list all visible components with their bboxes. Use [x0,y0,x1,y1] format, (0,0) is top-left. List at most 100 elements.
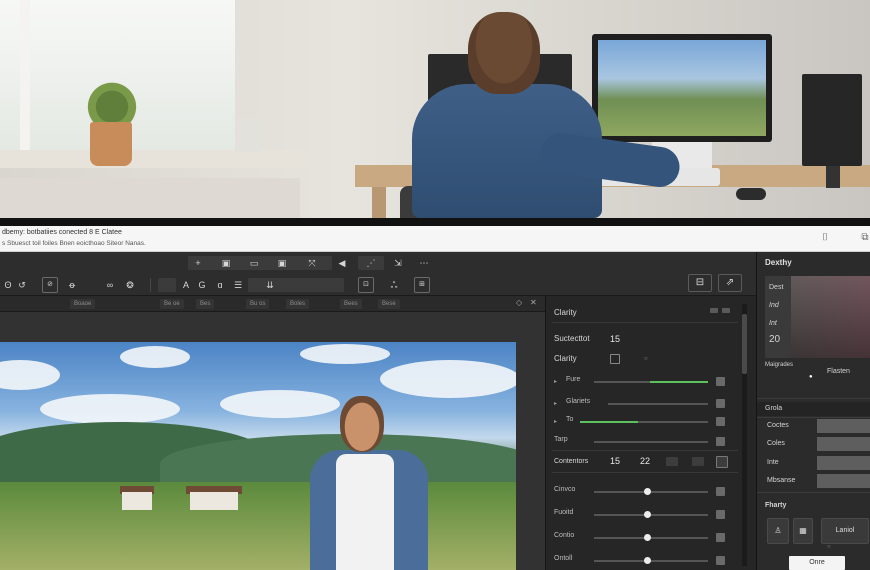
slider-knob[interactable] [644,557,651,564]
link-icon[interactable]: ∞ [102,277,118,293]
cloud [380,360,516,398]
fure-slider[interactable] [594,381,708,383]
sofa [0,178,300,218]
panel-scrollbar[interactable] [742,304,747,566]
rotate-icon[interactable]: ↺ [14,277,30,293]
grid-icon[interactable]: ⊞ [414,277,430,293]
group-row-field[interactable] [817,437,870,451]
box-icon[interactable] [716,456,728,468]
app-title: dbemy: botbatiies conected 8 E Clatee [2,229,122,236]
resize-tool-button[interactable]: ⇲ [390,255,406,271]
dots-tool-button[interactable]: ⋰ [363,255,379,271]
glariets-slider[interactable] [608,403,708,405]
document-tab[interactable]: Bes [196,299,215,309]
transform-tool-button[interactable]: ⤧ [304,255,320,271]
panel-collapse-icon[interactable] [722,308,730,313]
row-swatch[interactable] [716,556,725,565]
group-row-label: Coles [767,440,785,447]
row-bullet-icon: ▸ [554,419,558,425]
document-tab[interactable]: Bees [340,299,362,309]
settings-icon[interactable]: ❂ [122,277,138,293]
ontoll-slider[interactable] [594,557,708,564]
tile-button[interactable]: Laniol [821,518,869,544]
person-tile-icon[interactable]: ♙ [767,518,789,544]
caption-left: Maigrades [765,362,794,368]
crop-tool-button[interactable]: ▣ [218,255,234,271]
people-icon[interactable]: ஃ [386,277,402,293]
document-tab[interactable]: Boaoe [70,299,96,309]
adjustment-panel: Clarity Suctecttot 15 Clarity ○ ▸ Fure ▸… [545,296,756,570]
separator [552,450,738,451]
row-swatch[interactable] [716,510,725,519]
counter-b[interactable]: 22 [640,456,650,466]
slider-label: Fuoitd [554,509,574,516]
man-head [340,396,384,452]
contio-slider[interactable] [594,534,708,541]
house [122,492,152,510]
more-tool-button[interactable]: ⋯ [416,255,432,271]
app-subtitle: s Sbuesct toil foiles Bnen eoicthoao Sit… [2,240,146,247]
counter-a[interactable]: 15 [610,456,620,466]
slider-knob[interactable] [644,488,651,495]
group-title: Grola [765,405,783,412]
tool-g-button[interactable]: G [194,277,210,293]
row-label: To [566,416,574,423]
comment-icon[interactable]: ⌷ [818,232,832,244]
scrollbar-thumb[interactable] [742,314,747,374]
row-swatch[interactable] [716,399,725,408]
disable-icon[interactable]: ⊘ [42,277,58,293]
to-slider[interactable] [580,421,708,423]
row-swatch[interactable] [716,533,725,542]
row-label: Fure [566,376,581,383]
export-icon[interactable]: ⊡ [358,277,374,293]
cloud [120,346,190,368]
document-tabs-bar: Boaoe Be oe Bes Bu os Boles Bees Bese ◇ … [0,296,545,312]
clarity-toggle-icon[interactable] [610,354,620,364]
canvas-area[interactable] [0,312,545,570]
list-icon[interactable] [666,457,678,466]
cinvco-slider[interactable] [594,488,708,495]
curve-icon[interactable]: ɑ [212,277,228,293]
separator [552,322,738,323]
panel-menu-icon[interactable] [710,308,718,313]
row-swatch[interactable] [716,487,725,496]
file-icon[interactable]: ⊟ [688,274,712,292]
back-tool-button[interactable]: ◀ [334,255,350,271]
rect-tool-button[interactable]: ▭ [246,255,262,271]
color-gradient-picker[interactable] [791,276,870,358]
row-label: Tarp [554,436,568,443]
ok-button[interactable]: Onre [789,556,845,570]
side-monitor [802,74,862,166]
group-row-field[interactable] [817,419,870,433]
document-tab[interactable]: Bu os [246,299,270,309]
row-swatch[interactable] [716,417,725,426]
window-icon[interactable]: ⧉ [858,232,870,244]
expand-icon[interactable]: ⇗ [718,274,742,292]
frame-tool-button[interactable]: ▣ [274,255,290,271]
subtitle-value[interactable]: 15 [610,334,620,344]
document-tab[interactable]: Boles [286,299,310,309]
subtitle-label: Suctecttot [554,334,590,343]
menu-icon[interactable]: ☰ [230,277,246,293]
portrait-photo[interactable] [0,342,516,570]
tool-a-button[interactable]: A [178,277,194,293]
group-row-label: Inte [767,459,779,466]
slider-knob[interactable] [644,511,651,518]
gradient-icon[interactable]: ꝋ [64,277,80,293]
document-tab[interactable]: Be oe [160,299,184,309]
image-tile-icon[interactable]: ▦ [793,518,813,544]
diamond-icon[interactable]: ◇ [516,298,522,307]
row-swatch[interactable] [716,437,725,446]
group-row-field[interactable] [817,456,870,470]
add-tool-button[interactable]: + [190,255,206,271]
tarp-slider[interactable] [594,441,708,443]
group-row-field[interactable] [817,474,870,488]
arrows-icon[interactable]: ⇊ [262,277,278,293]
fuoitd-slider[interactable] [594,511,708,518]
close-icon[interactable]: ✕ [530,298,537,307]
row-swatch[interactable] [716,377,725,386]
slider-knob[interactable] [644,534,651,541]
document-tab[interactable]: Bese [378,299,400,309]
up-icon[interactable] [692,457,704,466]
stack-value[interactable]: 20 [769,334,780,345]
